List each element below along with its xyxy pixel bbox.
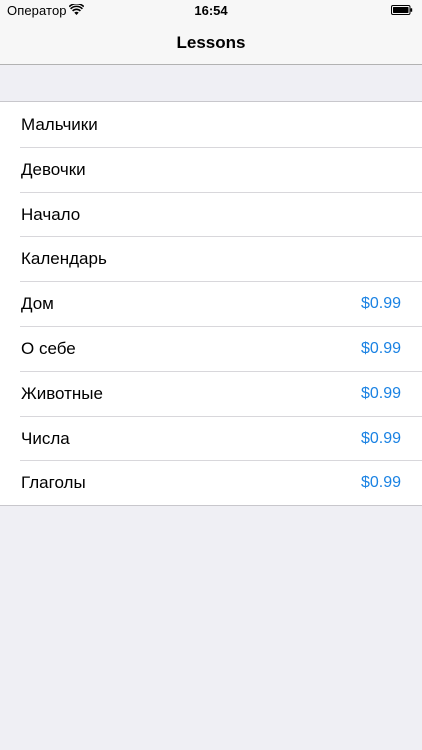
lesson-title: Начало (21, 204, 81, 224)
lesson-row[interactable]: Девочки (0, 147, 422, 192)
lesson-title: О себе (21, 338, 76, 358)
lesson-title: Мальчики (21, 115, 98, 134)
status-time: 16:54 (194, 3, 228, 18)
lesson-row[interactable]: Глаголы $0.99 (0, 460, 422, 505)
lesson-title: Животные (21, 383, 103, 403)
lessons-list: Мальчики Девочки Начало Календарь Дом $0… (0, 101, 422, 507)
lesson-price-button[interactable]: $0.99 (361, 430, 401, 448)
page-title: Lessons (176, 33, 246, 52)
lesson-row[interactable]: Дом $0.99 (0, 281, 422, 326)
lesson-row[interactable]: Начало (0, 192, 422, 237)
lesson-row[interactable]: Мальчики (0, 102, 422, 147)
lesson-price-button[interactable]: $0.99 (361, 385, 401, 403)
lesson-row[interactable]: Календарь (0, 236, 422, 281)
lesson-title: Дом (21, 294, 54, 314)
lesson-price-button[interactable]: $0.99 (361, 474, 401, 492)
lesson-price-button[interactable]: $0.99 (361, 295, 401, 313)
battery-icon (391, 5, 413, 15)
lesson-price-button[interactable]: $0.99 (361, 340, 401, 358)
lesson-title: Числа (21, 428, 70, 448)
lesson-row[interactable]: Животные $0.99 (0, 371, 422, 416)
lesson-title: Глаголы (21, 473, 86, 493)
navigation-bar: Lessons (0, 20, 422, 65)
lesson-row[interactable]: О себе $0.99 (0, 326, 422, 371)
lesson-title: Девочки (21, 159, 86, 179)
lesson-title: Календарь (21, 249, 107, 269)
lesson-row[interactable]: Числа $0.99 (0, 416, 422, 461)
status-bar: Оператор 16:54 (0, 0, 422, 20)
